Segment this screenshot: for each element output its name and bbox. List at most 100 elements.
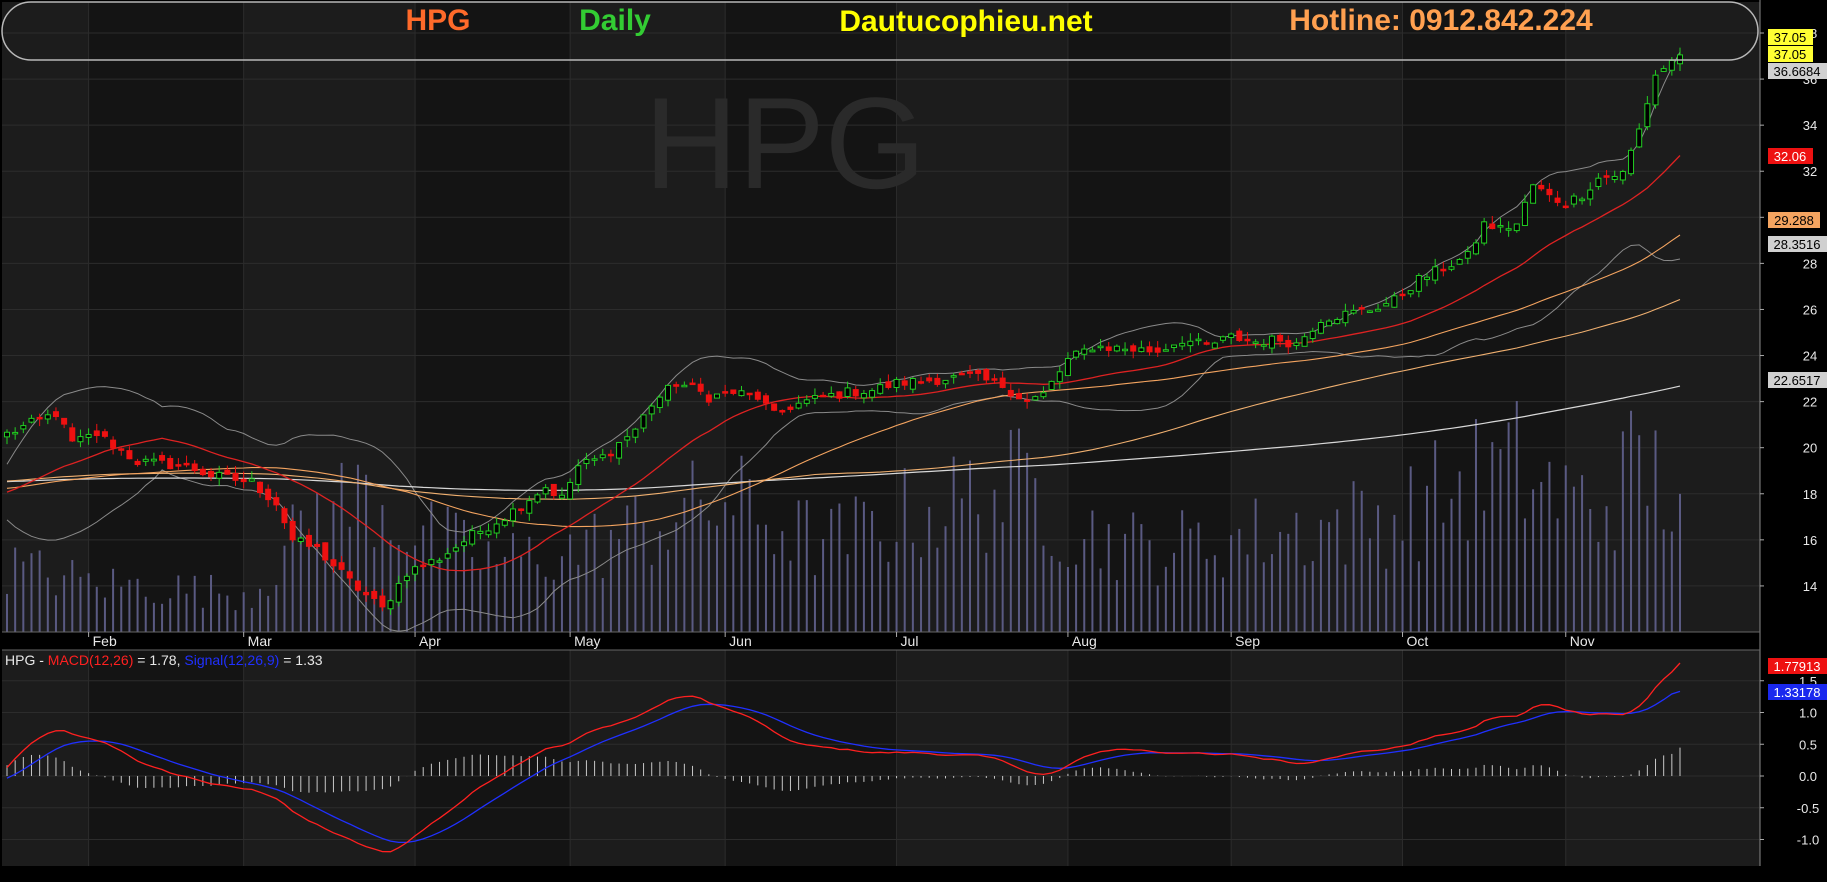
volume-bar: [1474, 419, 1477, 632]
volume-bar: [267, 595, 270, 632]
candle-down: [1285, 339, 1292, 348]
volume-bar: [1507, 422, 1510, 632]
tag-ma200: 22.6517: [1774, 373, 1821, 388]
volume-bar: [283, 545, 286, 632]
volume-bar: [454, 512, 457, 632]
candle-up: [1089, 349, 1096, 353]
stock-chart: HPG HPG Daily Dautucophieu.net Hotline: …: [0, 0, 1827, 882]
candle-up: [811, 395, 818, 399]
candle-down: [730, 389, 737, 394]
volume-bar: [316, 492, 319, 632]
candle-up: [575, 465, 582, 485]
candle-up: [893, 378, 900, 389]
volume-bar: [1091, 510, 1094, 632]
candle-down: [363, 591, 370, 596]
month-band: [1565, 650, 1760, 866]
macd-legend-signal-label: Signal(12,26,9): [184, 652, 279, 668]
volume-bar: [977, 514, 980, 632]
candle-up: [1162, 349, 1169, 352]
volume-bar: [1042, 545, 1045, 632]
volume-bar: [1613, 550, 1616, 632]
candle-up: [1334, 319, 1341, 325]
candle-down: [159, 455, 166, 461]
candle-down: [762, 395, 769, 404]
volume-bar: [1589, 508, 1592, 632]
volume-bar: [1409, 466, 1412, 632]
macd-legend-macd-value: = 1.78,: [133, 652, 184, 668]
volume-bar: [1466, 540, 1469, 632]
volume-bar: [487, 541, 490, 632]
volume-bar: [1426, 485, 1429, 632]
candle-up: [461, 541, 468, 547]
candle-up: [1668, 59, 1675, 71]
candle-up: [1579, 198, 1586, 202]
price-tick-label: 20: [1803, 441, 1817, 456]
candle-up: [877, 384, 884, 394]
candle-up: [1228, 333, 1235, 338]
volume-bar: [1605, 506, 1608, 632]
month-tick-label: Jul: [901, 633, 919, 649]
volume-bar: [438, 558, 441, 632]
candle-down: [183, 462, 190, 466]
candle-down: [1277, 334, 1284, 342]
volume-bar: [169, 598, 172, 632]
candle-down: [852, 389, 859, 397]
volume-bar: [683, 497, 686, 632]
volume-bar: [1360, 490, 1363, 632]
volume-bar: [299, 510, 302, 632]
candle-down: [771, 403, 778, 411]
volume-bar: [716, 525, 719, 632]
volume-bar: [6, 593, 8, 632]
volume-bar: [1491, 442, 1494, 632]
month-tick-label: Jun: [729, 633, 752, 649]
volume-bar: [1230, 535, 1233, 632]
volume-bar: [87, 573, 90, 632]
volume-bar: [773, 554, 776, 632]
candle-up: [828, 392, 835, 397]
candle-up: [583, 458, 590, 464]
month-band: [570, 650, 726, 866]
candle-up: [558, 494, 565, 499]
macd-legend-macd-label: MACD(12,26): [48, 652, 134, 668]
candle-up: [1179, 342, 1186, 347]
volume-bar: [642, 522, 645, 632]
price-tick-label: 22: [1803, 395, 1817, 410]
volume-bar: [430, 501, 433, 632]
candle-down: [191, 463, 198, 472]
month-band: [1231, 2, 1403, 632]
volume-bar: [691, 460, 694, 632]
candle-down: [240, 478, 247, 483]
tag-last-high: 37.05: [1774, 30, 1807, 45]
volume-bar: [756, 524, 759, 632]
candle-down: [379, 595, 386, 608]
volume-bar: [536, 564, 539, 632]
candle-up: [142, 458, 149, 462]
candle-up: [1252, 341, 1259, 344]
candle-down: [36, 416, 43, 420]
month-band: [2, 2, 89, 632]
candle-up: [20, 425, 27, 430]
candle-down: [722, 391, 729, 394]
volume-bar: [120, 586, 123, 632]
candle-up: [1073, 350, 1080, 358]
candle-down: [518, 508, 525, 511]
candle-down: [689, 382, 696, 386]
candle-up: [909, 377, 916, 390]
candle-down: [265, 488, 272, 501]
volume-bar: [1328, 522, 1331, 632]
macd-tick-label: 0.0: [1799, 769, 1817, 784]
candle-up: [1122, 348, 1129, 352]
candle-up: [1432, 266, 1439, 281]
month-tick-label: Apr: [419, 633, 441, 649]
candle-down: [1130, 345, 1137, 352]
candle-down: [126, 450, 133, 460]
candle-up: [1587, 189, 1594, 200]
volume-bar: [1393, 514, 1396, 632]
candle-up: [632, 428, 639, 438]
candle-up: [436, 560, 443, 563]
volume-bar: [185, 593, 188, 632]
volume-bar: [1532, 489, 1535, 632]
volume-bar: [928, 506, 931, 632]
volume-bar: [250, 607, 253, 632]
volume-bar: [634, 496, 637, 632]
